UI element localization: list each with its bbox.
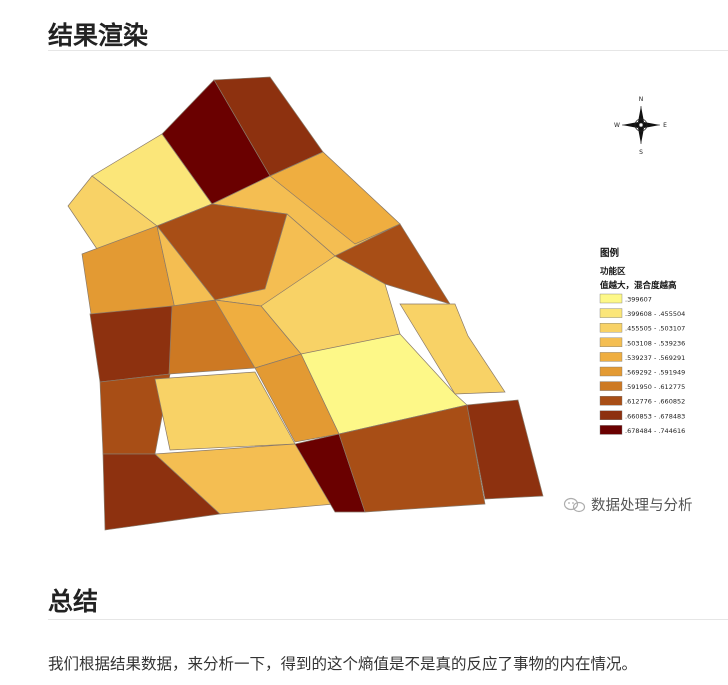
legend-label: .399607 [625,296,652,304]
section-heading-summary: 总结 [48,587,99,616]
wechat-logo-icon [563,497,586,513]
legend-label: .612776 - .660852 [625,398,685,406]
legend-label: .569292 - .591949 [625,369,685,377]
heading-divider [48,619,728,620]
map-svg: N S E W 图例 功能区 值越大，混合度越高 .399607 .399608 … [67,76,693,531]
section-heading-result-render: 结果渲染 [48,21,149,50]
compass-east-label: E [663,122,667,129]
choropleth-map-figure: N S E W 图例 功能区 值越大，混合度越高 .399607 .399608 … [55,74,728,544]
legend-swatch [599,381,623,391]
watermark-text: 数据处理与分析 [591,497,693,514]
district-polygon [89,305,173,383]
legend-layer-name: 功能区 [600,266,626,277]
legend-label: .503108 - .539236 [625,339,685,347]
heading-divider [48,50,728,51]
summary-paragraph: 我们根据结果数据，来分析一下，得到的这个熵值是不是真的反应了事物的内在情况。 [48,655,638,673]
legend-swatch [599,308,623,318]
legend-label: .399608 - .455504 [625,310,685,318]
legend-swatch [599,337,623,348]
legend-swatch [599,410,623,421]
wechat-watermark: 数据处理与分析 [563,497,693,514]
compass-north-label: N [639,96,644,103]
north-arrow-compass-icon: N S E W [614,96,667,156]
district-polygons [67,76,544,531]
legend-label: .660853 - .678483 [625,412,685,420]
legend-field-description: 值越大，混合度越高 [600,280,677,291]
map-legend: 图例 功能区 值越大，混合度越高 .399607 .399608 - .45550… [599,247,685,435]
legend-swatch [599,352,623,362]
legend-label: .591950 - .612775 [625,383,685,391]
legend-swatch [599,293,623,304]
legend-swatch [599,395,623,406]
legend-label: .455505 - .503107 [625,325,685,333]
legend-items: .399607 .399608 - .455504 .455505 - .50310… [599,293,685,435]
compass-west-label: W [614,122,620,129]
legend-swatch [599,322,623,333]
legend-swatch [599,425,623,435]
legend-label: .539237 - .569291 [625,354,685,362]
legend-title: 图例 [600,247,619,259]
legend-label: .678484 - .744616 [625,427,685,435]
compass-south-label: S [639,149,643,156]
legend-swatch [599,366,623,377]
